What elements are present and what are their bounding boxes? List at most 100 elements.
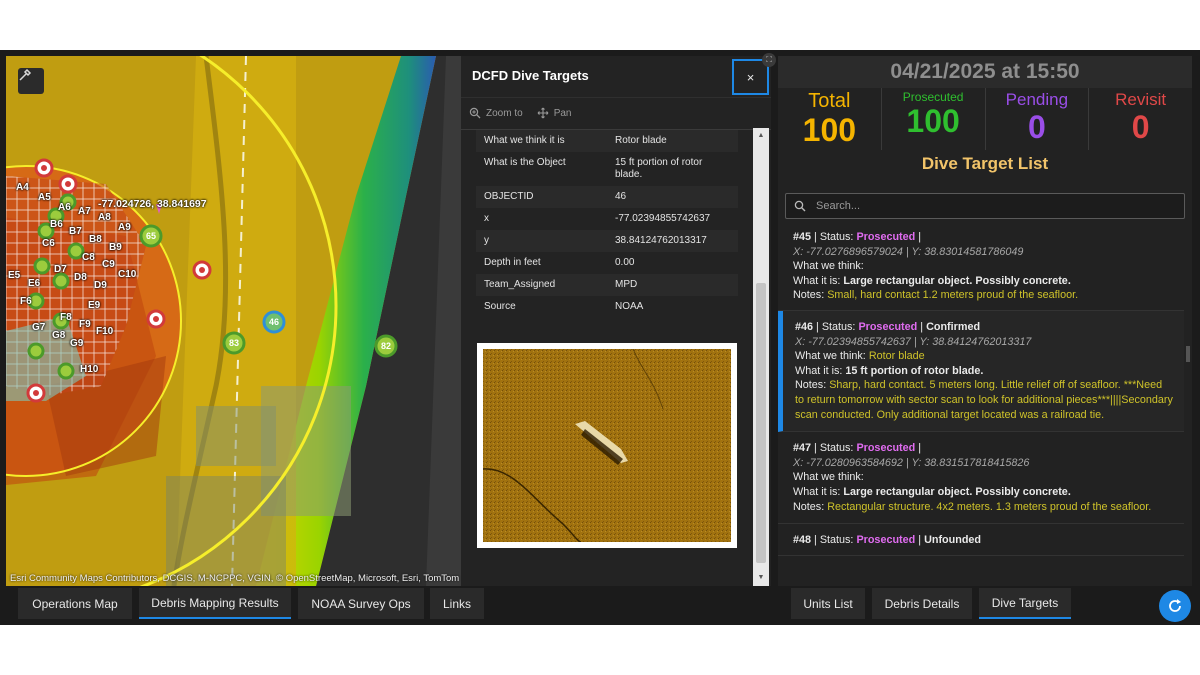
status-value: Prosecuted: [856, 231, 916, 243]
field-value: 15 ft portion of rotor blade.: [607, 152, 738, 186]
field-value: 38.84124762013317: [607, 230, 738, 252]
scrollbar-thumb[interactable]: [756, 283, 766, 563]
sonar-scan-picture: [483, 349, 731, 542]
separator: |: [816, 320, 819, 333]
list-item[interactable]: #48 | Status: Prosecuted | Unfounded: [778, 524, 1184, 556]
target-number: #47: [793, 442, 812, 455]
separator: |: [920, 320, 924, 333]
tab-links[interactable]: Links: [430, 588, 484, 619]
feature-popup: DCFD Dive Targets × Zoom to Pan What we …: [461, 56, 771, 586]
tab-debris-details[interactable]: Debris Details: [872, 588, 972, 619]
is-value: 15 ft portion of rotor blade.: [845, 364, 984, 377]
stat-revisit: Revisit 0: [1089, 88, 1192, 150]
separator: |: [918, 442, 922, 455]
field-value: -77.02394855742637: [607, 208, 738, 230]
grid-label: F10: [96, 326, 114, 337]
grid-label: D7: [54, 264, 67, 275]
table-row: What is the Object 15 ft portion of rotor…: [476, 152, 738, 186]
popup-scrollbar[interactable]: ▲ ▼: [753, 128, 769, 586]
tab-noaa-survey-ops[interactable]: NOAA Survey Ops: [298, 588, 424, 619]
tab-operations-map[interactable]: Operations Map: [18, 588, 132, 619]
grid-label: F8: [60, 312, 72, 323]
expand-icon[interactable]: ⛶: [762, 53, 776, 67]
stat-label: Total: [808, 90, 851, 112]
target-number: #45: [793, 231, 812, 243]
tab-dive-targets[interactable]: Dive Targets: [979, 588, 1071, 619]
map-canvas[interactable]: 65 46 83 82: [6, 56, 468, 586]
list-scrollbar[interactable]: [1184, 230, 1192, 586]
stat-pending: Pending 0: [986, 88, 1090, 150]
grid-label: F6: [20, 296, 32, 307]
think-value: Rotor blade: [868, 350, 925, 363]
pan-button[interactable]: Pan: [537, 107, 572, 119]
tab-units-list[interactable]: Units List: [791, 588, 865, 619]
map-attribution: Esri Community Maps Contributors, DCGIS,…: [10, 573, 460, 584]
stat-value: 100: [802, 112, 857, 148]
list-item[interactable]: #47 | Status: Prosecuted | X: -77.028096…: [778, 432, 1184, 525]
zoom-to-button[interactable]: Zoom to: [469, 107, 523, 119]
think-label: What we think:: [795, 350, 866, 363]
marker-65-label: 65: [146, 231, 156, 241]
refresh-button[interactable]: [1159, 590, 1191, 622]
field-key: What we think it is: [476, 130, 607, 152]
pan-label: Pan: [553, 107, 572, 119]
popup-actions: Zoom to Pan: [469, 102, 571, 124]
map-measure-tool-button[interactable]: [18, 68, 44, 94]
is-label: What it is:: [795, 364, 843, 377]
sonar-image[interactable]: [477, 343, 737, 548]
field-key: Source: [476, 296, 607, 318]
list-item-selected[interactable]: #46 | Status: Prosecuted | Confirmed X: …: [778, 310, 1184, 433]
stat-value: 0: [1131, 109, 1150, 145]
status-value: Prosecuted: [858, 320, 918, 333]
separator: |: [918, 534, 922, 547]
stat-value: 0: [1027, 109, 1046, 145]
table-row: OBJECTID 46: [476, 186, 738, 208]
separator: |: [814, 231, 817, 243]
pipette-icon: [19, 68, 32, 81]
grid-label: E5: [8, 270, 21, 281]
separator: |: [814, 534, 817, 547]
grid-label: B9: [109, 242, 122, 253]
is-value: Large rectangular object. Possibly concr…: [843, 274, 1071, 287]
result-value: Unfounded: [924, 534, 982, 547]
target-coordinates: X: -77.0276896579024 | Y: 38.83014581786…: [793, 245, 1024, 258]
grid-label: A5: [38, 192, 51, 203]
pan-icon: [537, 107, 549, 119]
table-row: x -77.02394855742637: [476, 208, 738, 230]
scroll-up-icon[interactable]: ▲: [756, 131, 766, 141]
zoom-to-label: Zoom to: [486, 107, 523, 119]
stat-total: Total 100: [778, 88, 882, 150]
field-value: MPD: [607, 274, 738, 296]
left-tab-bar: Operations Map Debris Mapping Results NO…: [0, 586, 772, 625]
marker-82-label: 82: [381, 341, 391, 351]
grid-label: G7: [32, 322, 46, 333]
table-row: Source NOAA: [476, 296, 738, 318]
field-key: OBJECTID: [476, 186, 607, 208]
stat-label: Prosecuted: [902, 90, 964, 104]
tab-debris-mapping-results[interactable]: Debris Mapping Results: [139, 588, 291, 619]
target-coordinates: X: -77.02394855742637 | Y: 38.8412476201…: [795, 335, 1032, 348]
grid-label: C9: [102, 259, 115, 270]
table-row: Depth in feet 0.00: [476, 252, 738, 274]
grid-label: A7: [78, 206, 91, 217]
notes-label: Notes:: [793, 289, 825, 302]
stat-value: 100: [906, 103, 960, 139]
map-view[interactable]: 65 46 83 82 A4 A5 A6 A7 A8 A9 B6 B7 B8 B…: [6, 56, 468, 586]
search-input[interactable]: [816, 200, 1156, 212]
notes-label: Notes:: [793, 500, 825, 513]
grid-label: B7: [69, 226, 82, 237]
status-value: Prosecuted: [856, 534, 916, 547]
notes-label: Notes:: [795, 379, 827, 392]
grid-label: G8: [52, 330, 66, 341]
scrollbar-thumb[interactable]: [1186, 346, 1190, 362]
app-window: 65 46 83 82 A4 A5 A6 A7 A8 A9 B6 B7 B8 B…: [0, 50, 1200, 625]
grid-label: E9: [88, 300, 101, 311]
grid-label: D8: [74, 272, 87, 283]
list-item[interactable]: #45 | Status: Prosecuted | X: -77.027689…: [778, 230, 1184, 311]
grid-label: B8: [89, 234, 102, 245]
search-box[interactable]: [785, 193, 1185, 219]
grid-label: D9: [94, 280, 107, 291]
grid-label: H10: [80, 364, 99, 375]
scroll-down-icon[interactable]: ▼: [756, 573, 766, 583]
grid-label: G9: [70, 338, 84, 349]
